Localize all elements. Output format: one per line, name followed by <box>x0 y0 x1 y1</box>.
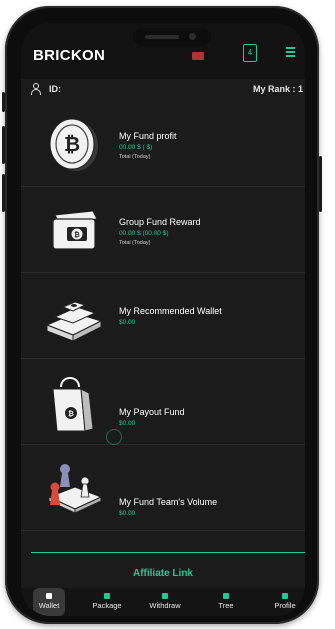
nav-package[interactable]: Package <box>87 588 127 616</box>
divider <box>31 552 305 553</box>
bitcoin-wallet-icon: ₿ <box>52 210 98 250</box>
bottom-nav: Wallet Package Withdraw Tree Profile <box>21 588 305 616</box>
money-stack-icon <box>45 301 103 342</box>
nav-wallet[interactable]: Wallet <box>33 588 65 616</box>
language-flag-icon[interactable] <box>192 52 204 60</box>
card-amount: $0.00 <box>119 510 136 517</box>
phone-frame: BRICKON 4 ID: My Rank : 1 ₿ My Fund prof… <box>2 6 322 624</box>
card-subtitle: Total (Today) <box>119 240 151 246</box>
card-amount: 00.00 $ (00.00 $) <box>119 230 169 237</box>
card-amount: $0.00 <box>119 319 136 326</box>
package-icon <box>104 593 110 599</box>
camera <box>189 33 196 40</box>
card-amount: 00.00 $ ( $) <box>119 144 153 151</box>
nav-label: Tree <box>218 601 234 610</box>
app-screen: BRICKON 4 ID: My Rank : 1 ₿ My Fund prof… <box>21 23 305 616</box>
mute-switch <box>2 92 5 112</box>
user-icon <box>31 83 41 95</box>
brand-logo: BRICKON <box>33 47 106 64</box>
user-id-label: ID: <box>49 84 61 94</box>
phone-notch <box>133 28 211 46</box>
power-button <box>319 156 322 212</box>
svg-text:₿: ₿ <box>74 231 80 239</box>
card-title: My Payout Fund <box>119 407 185 417</box>
wallet-icon <box>46 593 52 599</box>
card-amount: $0.00 <box>119 420 136 427</box>
svg-text:₿: ₿ <box>68 410 74 418</box>
tree-icon <box>223 593 229 599</box>
bitcoin-coin-icon: ₿ <box>49 118 98 171</box>
profile-icon <box>282 593 288 599</box>
fund-profit-card[interactable]: ₿ My Fund profit 00.00 $ ( $) Total (Tod… <box>21 101 305 187</box>
nav-label: Package <box>92 601 122 610</box>
id-row: ID: My Rank : 1 <box>21 79 305 99</box>
card-title: My Fund profit <box>119 131 177 141</box>
nav-label: Profile <box>274 601 296 610</box>
volume-up-button <box>2 126 5 164</box>
nav-label: Wallet <box>38 601 60 610</box>
withdraw-icon <box>162 593 168 599</box>
card-title: Group Fund Reward <box>119 217 201 227</box>
nav-withdraw[interactable]: Withdraw <box>143 588 187 616</box>
affiliate-link[interactable]: Affiliate Link <box>21 568 305 579</box>
team-volume-card[interactable]: My Fund Team's Volume $0.00 <box>21 445 305 531</box>
card-title: My Fund Team's Volume <box>119 497 218 507</box>
cart-icon[interactable]: 4 <box>243 44 257 62</box>
menu-icon[interactable] <box>286 47 295 57</box>
nav-tree[interactable]: Tree <box>211 588 241 616</box>
card-subtitle: Total (Today) <box>119 154 151 160</box>
cart-count: 4 <box>247 48 253 57</box>
rank-label: My Rank : 1 <box>252 84 303 94</box>
group-fund-reward-card[interactable]: ₿ Group Fund Reward 00.00 $ (00.00 $) To… <box>21 187 305 273</box>
card-title: My Recommended Wallet <box>119 306 222 316</box>
loading-spinner-icon <box>106 429 122 445</box>
nav-label: Withdraw <box>149 601 181 610</box>
recommended-wallet-card[interactable]: My Recommended Wallet $0.00 <box>21 273 305 359</box>
payout-fund-card[interactable]: ₿ My Payout Fund $0.00 <box>21 359 305 445</box>
team-pawns-icon <box>47 464 103 514</box>
speaker <box>145 35 179 39</box>
shopping-bag-icon: ₿ <box>52 377 94 432</box>
volume-down-button <box>2 174 5 212</box>
nav-profile[interactable]: Profile <box>269 588 301 616</box>
svg-text:₿: ₿ <box>64 132 80 156</box>
